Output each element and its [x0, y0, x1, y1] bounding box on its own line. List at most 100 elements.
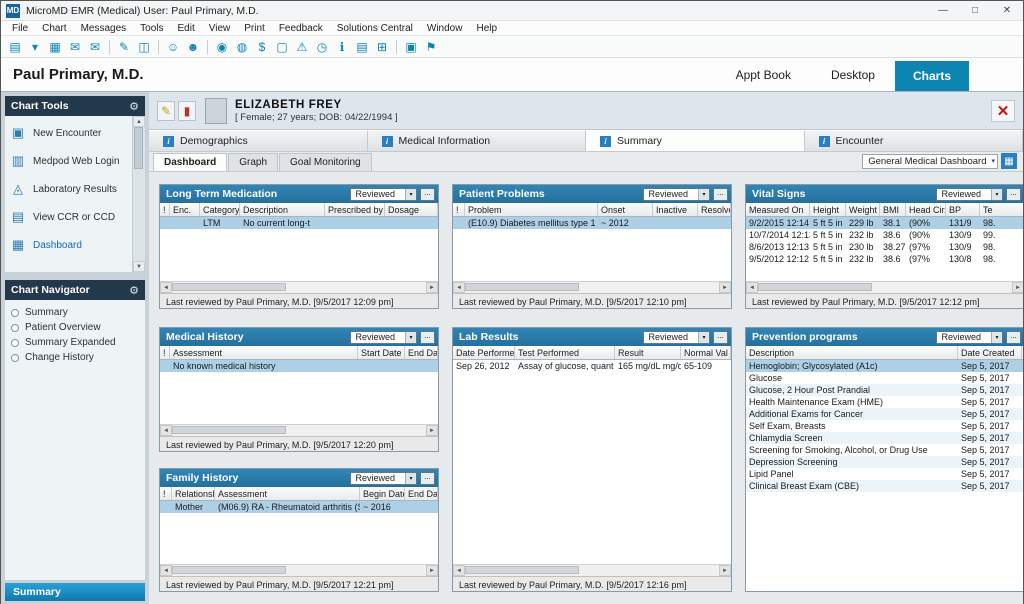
- panel-more-button[interactable]: ...: [713, 188, 728, 201]
- flag-icon[interactable]: ⚑: [422, 38, 440, 56]
- scroll-left-arrow[interactable]: ◄: [160, 282, 172, 293]
- column-header-dosage[interactable]: Dosage: [385, 203, 438, 216]
- menu-view[interactable]: View: [202, 23, 238, 34]
- table-row[interactable]: No known medical history: [160, 360, 438, 372]
- menu-feedback[interactable]: Feedback: [272, 23, 330, 34]
- send-message-icon[interactable]: ✉: [66, 38, 84, 56]
- tab-summary[interactable]: iSummary: [586, 130, 805, 151]
- column-header-[interactable]: !: [160, 346, 170, 359]
- sidebar-item-new-encounter[interactable]: ▣New Encounter: [6, 119, 131, 147]
- dashboard-grid-button[interactable]: ▦: [1001, 153, 1017, 169]
- menu-messages[interactable]: Messages: [74, 23, 134, 34]
- column-header-result[interactable]: Result: [615, 346, 681, 359]
- patient-icon[interactable]: ☺: [164, 38, 182, 56]
- provider-icon[interactable]: ☻: [184, 38, 202, 56]
- close-button[interactable]: ✕: [991, 1, 1023, 20]
- column-header-[interactable]: !: [160, 487, 172, 500]
- tab-dashboard[interactable]: Dashboard: [153, 153, 227, 171]
- column-header-bp[interactable]: BP: [946, 203, 980, 216]
- maximize-button[interactable]: □: [959, 1, 991, 20]
- scrollbar-thumb[interactable]: [758, 283, 872, 291]
- horizontal-scrollbar[interactable]: ◄►: [160, 564, 438, 576]
- column-header-onset[interactable]: Onset: [598, 203, 653, 216]
- column-header-weight[interactable]: Weight: [846, 203, 880, 216]
- reviewed-dropdown[interactable]: Reviewed▾: [350, 331, 417, 344]
- appointment-book-icon[interactable]: ▦: [46, 38, 64, 56]
- column-header-assessment[interactable]: Assessment: [215, 487, 360, 500]
- scroll-right-arrow[interactable]: ►: [426, 282, 438, 293]
- menu-chart[interactable]: Chart: [35, 23, 73, 34]
- web-icon[interactable]: ◍: [233, 38, 251, 56]
- column-header-[interactable]: !: [453, 203, 465, 216]
- panel-more-button[interactable]: ...: [420, 188, 435, 201]
- scrollbar-thumb[interactable]: [134, 127, 143, 169]
- scroll-left-arrow[interactable]: ◄: [160, 425, 172, 436]
- sidebar-item-medpod-web-login[interactable]: ▥Medpod Web Login: [6, 147, 131, 175]
- table-row[interactable]: GlucoseSep 5, 2017: [746, 372, 1023, 384]
- scroll-right-arrow[interactable]: ►: [719, 282, 731, 293]
- table-row[interactable]: Chlamydia ScreenSep 5, 2017: [746, 432, 1023, 444]
- horizontal-scrollbar[interactable]: ◄►: [453, 564, 731, 576]
- table-row[interactable]: Mother(M06.9) RA - Rheumatoid arthritis …: [160, 501, 438, 513]
- table-row[interactable]: Health Maintenance Exam (HME)Sep 5, 2017: [746, 396, 1023, 408]
- notes-icon[interactable]: ▤: [353, 38, 371, 56]
- info-icon[interactable]: ℹ: [333, 38, 351, 56]
- table-row[interactable]: Glucose, 2 Hour Post PrandialSep 5, 2017: [746, 384, 1023, 396]
- reviewed-dropdown[interactable]: Reviewed▾: [643, 331, 710, 344]
- lock-icon[interactable]: ▣: [402, 38, 420, 56]
- menu-help[interactable]: Help: [469, 23, 504, 34]
- messages-icon[interactable]: ✉: [86, 38, 104, 56]
- column-header-relationsl[interactable]: Relationsl: [172, 487, 215, 500]
- column-header-te[interactable]: Te: [980, 203, 1023, 216]
- horizontal-scrollbar[interactable]: ◄►: [746, 281, 1023, 293]
- desktop-icon[interactable]: ▢: [273, 38, 291, 56]
- dashboard-selector[interactable]: General Medical Dashboard ▾: [862, 154, 998, 169]
- scrollbar-thumb[interactable]: [172, 283, 286, 291]
- calculator-icon[interactable]: ⊞: [373, 38, 391, 56]
- note-icon[interactable]: ✎: [157, 101, 175, 121]
- table-row[interactable]: Self Exam, BreastsSep 5, 2017: [746, 420, 1023, 432]
- navigator-item-patient-overview[interactable]: Patient Overview: [9, 320, 141, 335]
- close-chart-button[interactable]: ✕: [991, 100, 1015, 122]
- table-row[interactable]: Clinical Breast Exam (CBE)Sep 5, 2017: [746, 480, 1023, 492]
- column-header-bmi[interactable]: BMI: [880, 203, 906, 216]
- chart-tools-scrollbar[interactable]: ▲ ▼: [132, 116, 145, 272]
- billing-icon[interactable]: $: [253, 38, 271, 56]
- table-row[interactable]: 10/7/2014 12:13 p5 ft 5 in232 lb38.6(90%…: [746, 229, 1023, 241]
- tab-appt-book[interactable]: Appt Book: [716, 68, 811, 82]
- scrollbar-thumb[interactable]: [172, 566, 286, 574]
- scroll-right-arrow[interactable]: ►: [1012, 282, 1023, 293]
- scroll-down-arrow[interactable]: ▼: [133, 261, 145, 272]
- column-header-end-dat[interactable]: End Dat: [405, 487, 438, 500]
- tab-graph[interactable]: Graph: [228, 153, 278, 171]
- scrollbar-thumb[interactable]: [172, 426, 286, 434]
- search-icon[interactable]: ◉: [213, 38, 231, 56]
- table-row[interactable]: Depression ScreeningSep 5, 2017: [746, 456, 1023, 468]
- navigator-item-change-history[interactable]: Change History: [9, 350, 141, 365]
- column-header-head-cir[interactable]: Head Cir.: [906, 203, 946, 216]
- column-header-prescribed-by[interactable]: Prescribed by: [325, 203, 385, 216]
- panel-more-button[interactable]: ...: [1006, 188, 1021, 201]
- open-chart-icon[interactable]: ▤: [6, 38, 24, 56]
- table-row[interactable]: Lipid PanelSep 5, 2017: [746, 468, 1023, 480]
- column-header-start-date[interactable]: Start Date: [358, 346, 405, 359]
- scroll-left-arrow[interactable]: ◄: [746, 282, 758, 293]
- table-row[interactable]: (E10.9) Diabetes mellitus type 1 (~ 2012: [453, 217, 731, 229]
- table-row[interactable]: Additional Exams for CancerSep 5, 2017: [746, 408, 1023, 420]
- sidebar-item-laboratory-results[interactable]: ◬Laboratory Results: [6, 175, 131, 203]
- panel-more-button[interactable]: ...: [420, 331, 435, 344]
- table-row[interactable]: Hemoglobin; Glycosylated (A1c)Sep 5, 201…: [746, 360, 1023, 372]
- horizontal-scrollbar[interactable]: ◄►: [160, 281, 438, 293]
- column-header-height[interactable]: Height: [810, 203, 846, 216]
- gear-icon[interactable]: ⚙: [129, 100, 139, 113]
- sidebar-item-dashboard[interactable]: ▦Dashboard: [6, 231, 131, 259]
- column-header-problem[interactable]: Problem: [465, 203, 598, 216]
- scroll-right-arrow[interactable]: ►: [426, 565, 438, 576]
- dropdown-arrow-icon[interactable]: ▾: [26, 38, 44, 56]
- gear-icon[interactable]: ⚙: [129, 284, 139, 297]
- scroll-left-arrow[interactable]: ◄: [453, 565, 465, 576]
- sidebar-item-view-ccr-or-ccd[interactable]: ▤View CCR or CCD: [6, 203, 131, 231]
- chart-book-icon[interactable]: ▮: [178, 101, 196, 121]
- column-header-resolved[interactable]: Resolved: [698, 203, 731, 216]
- menu-file[interactable]: File: [5, 23, 35, 34]
